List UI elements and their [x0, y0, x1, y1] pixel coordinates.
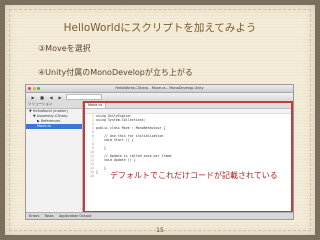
page-number: 15 [156, 227, 164, 234]
line-number: 16 [90, 174, 94, 178]
tab-move-cs[interactable]: Move.cs [85, 103, 107, 108]
code-text: } [96, 170, 98, 174]
window-controls [28, 87, 40, 90]
status-app-output[interactable]: Application Output [59, 214, 92, 218]
code-text: void Update () { [96, 158, 136, 162]
code-text: using System.Collections; [96, 118, 146, 122]
slide-title: HelloWorldにスクリプトを加えてみよう [63, 22, 257, 34]
configuration-selector[interactable] [66, 94, 102, 100]
code-text: } [96, 146, 106, 150]
step-4-text: ④Unity付属のMonoDevelopが立ち上がる [38, 68, 193, 77]
code-text: public class Move : MonoBehaviour { [96, 126, 166, 130]
zoom-window-button[interactable] [37, 87, 40, 90]
status-errors[interactable]: Errors [29, 214, 39, 218]
solution-tree: ▼ HelloWorld (master) ▼ Assembly-CSharp ▶ … [26, 109, 82, 129]
close-window-button[interactable] [28, 87, 31, 90]
status-bar: Errors Tasks Application Output [26, 212, 293, 219]
status-tasks[interactable]: Tasks [44, 214, 53, 218]
code-editor: Move.cs 1 using UnityEngine; 2 using System… [83, 101, 293, 213]
window-title: HelloWorld-CSharp - Move.cs - MonoDevelo… [115, 86, 204, 90]
monodevelop-window: HelloWorld-CSharp - Move.cs - MonoDevelo… [25, 84, 294, 220]
solution-pad: ソリューション ▼ HelloWorld (master) ▼ Assembly-… [26, 101, 83, 213]
run-icon[interactable]: ▶ [30, 95, 36, 100]
stop-icon[interactable]: ■ [39, 95, 45, 100]
code-area[interactable]: 1 using UnityEngine; 2 using System.Collect… [85, 114, 291, 211]
step-3-text: ③Moveを選択 [38, 44, 91, 53]
forward-icon[interactable]: ▶ [57, 95, 63, 100]
minimize-window-button[interactable] [32, 87, 36, 90]
window-titlebar: HelloWorld-CSharp - Move.cs - MonoDevelo… [26, 85, 293, 93]
code-text: void Start () { [96, 138, 134, 142]
callout-text: デフォルトでこれだけコードが記載されている [110, 171, 278, 180]
back-icon[interactable]: ◀ [48, 95, 54, 100]
solution-tree-item[interactable]: Move.cs [26, 124, 82, 129]
solution-pad-header: ソリューション [26, 101, 82, 109]
